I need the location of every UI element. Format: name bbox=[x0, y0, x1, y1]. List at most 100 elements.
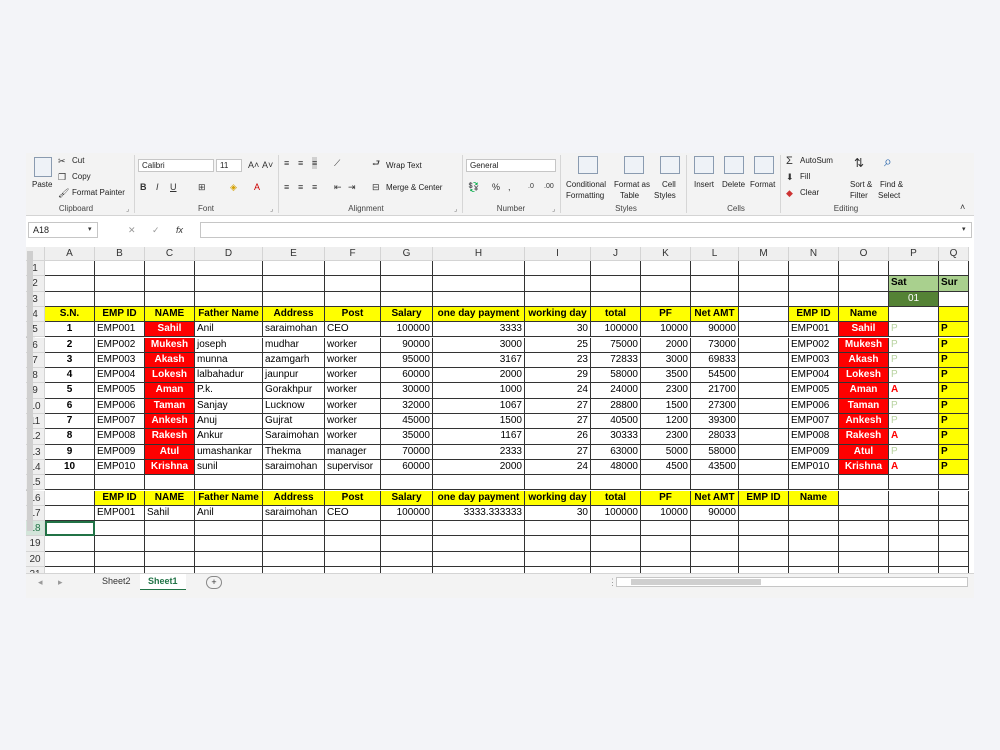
paste-icon[interactable] bbox=[34, 157, 52, 177]
cell-styles-button[interactable]: Cell bbox=[662, 180, 676, 189]
number-launcher-icon[interactable]: ⌟ bbox=[552, 205, 555, 213]
cell[interactable] bbox=[939, 505, 969, 522]
lookup-header-cell[interactable]: one day payment bbox=[433, 490, 525, 506]
cell[interactable] bbox=[889, 475, 939, 491]
sort-filter-label2[interactable]: Filter bbox=[850, 191, 868, 200]
data-cell[interactable] bbox=[739, 398, 789, 414]
lookup-header-cell[interactable]: Father Name bbox=[195, 490, 263, 506]
row-header-20[interactable]: 20 bbox=[26, 551, 45, 567]
cell-styles-icon[interactable] bbox=[660, 156, 680, 174]
employee-name-cell[interactable]: Krishna bbox=[839, 459, 889, 476]
data-cell[interactable]: 23 bbox=[525, 352, 591, 369]
data-cell[interactable]: worker bbox=[325, 429, 381, 445]
format-as-table-button[interactable]: Format as bbox=[614, 180, 650, 189]
percent-style-icon[interactable]: % bbox=[492, 181, 500, 193]
data-cell[interactable]: 73000 bbox=[691, 337, 739, 353]
increase-font-icon[interactable]: A˄ bbox=[248, 159, 259, 171]
lookup-header-cell[interactable]: Address bbox=[263, 490, 325, 506]
cell[interactable] bbox=[525, 276, 591, 292]
data-cell[interactable] bbox=[739, 429, 789, 445]
cell[interactable] bbox=[263, 276, 325, 292]
attendance-cell[interactable]: P bbox=[939, 459, 969, 476]
attendance-cell[interactable]: P bbox=[939, 429, 969, 445]
data-cell[interactable]: 1000 bbox=[433, 383, 525, 399]
cell[interactable] bbox=[591, 536, 641, 552]
clear-button[interactable]: Clear bbox=[800, 188, 819, 197]
data-cell[interactable]: 2300 bbox=[641, 383, 691, 399]
cell[interactable] bbox=[591, 261, 641, 277]
data-cell[interactable]: 10000 bbox=[641, 322, 691, 338]
align-center-icon[interactable]: ≡ bbox=[298, 181, 303, 193]
cell[interactable] bbox=[433, 261, 525, 277]
cell[interactable] bbox=[739, 551, 789, 567]
cell[interactable] bbox=[525, 475, 591, 491]
copy-icon[interactable]: ❐ bbox=[58, 171, 66, 183]
cell-styles-label2[interactable]: Styles bbox=[654, 191, 676, 200]
data-cell[interactable]: 40500 bbox=[591, 414, 641, 430]
attendance-cell[interactable]: P bbox=[939, 337, 969, 353]
fill-button[interactable]: Fill bbox=[800, 172, 810, 181]
header-cell[interactable]: Salary bbox=[381, 306, 433, 323]
data-cell[interactable]: EMP009 bbox=[95, 444, 145, 460]
data-cell[interactable]: worker bbox=[325, 414, 381, 430]
data-cell[interactable]: EMP005 bbox=[789, 383, 839, 399]
lookup-result-cell[interactable] bbox=[789, 505, 839, 522]
header-cell[interactable]: Name bbox=[839, 306, 889, 323]
find-select-button[interactable]: Find & bbox=[880, 180, 903, 189]
data-cell[interactable]: 3500 bbox=[641, 368, 691, 384]
data-cell[interactable]: 43500 bbox=[691, 459, 739, 476]
header-cell[interactable]: Net AMT bbox=[691, 306, 739, 323]
data-cell[interactable]: 63000 bbox=[591, 444, 641, 460]
underline-button[interactable]: U bbox=[170, 181, 177, 193]
data-cell[interactable]: 30000 bbox=[381, 383, 433, 399]
data-cell[interactable]: 1500 bbox=[433, 414, 525, 430]
data-cell[interactable]: 100000 bbox=[381, 322, 433, 338]
cell[interactable] bbox=[195, 276, 263, 292]
header-cell[interactable] bbox=[889, 306, 939, 323]
attendance-cell[interactable]: P bbox=[889, 368, 939, 384]
data-cell[interactable]: 21700 bbox=[691, 383, 739, 399]
lookup-result-cell[interactable]: 100000 bbox=[591, 505, 641, 522]
conditional-formatting-label2[interactable]: Formatting bbox=[566, 191, 604, 200]
employee-name-cell[interactable]: Aman bbox=[145, 383, 195, 399]
header-cell[interactable]: working day bbox=[525, 306, 591, 323]
scroll-tabs-right-icon[interactable]: ▸ bbox=[58, 576, 63, 588]
paste-button[interactable]: Paste bbox=[32, 180, 52, 189]
data-cell[interactable]: 27300 bbox=[691, 398, 739, 414]
data-cell[interactable] bbox=[739, 383, 789, 399]
employee-name-cell[interactable]: Lokesh bbox=[839, 368, 889, 384]
cell[interactable] bbox=[889, 490, 939, 506]
cell[interactable] bbox=[325, 291, 381, 307]
column-header-i[interactable]: I bbox=[525, 247, 591, 261]
column-header-f[interactable]: F bbox=[325, 247, 381, 261]
data-cell[interactable]: 60000 bbox=[381, 459, 433, 476]
data-cell[interactable]: 27 bbox=[525, 398, 591, 414]
decrease-indent-icon[interactable]: ⇤ bbox=[334, 181, 342, 193]
data-cell[interactable]: 4500 bbox=[641, 459, 691, 476]
lookup-header-cell[interactable]: Post bbox=[325, 490, 381, 506]
cell[interactable] bbox=[691, 475, 739, 491]
data-cell[interactable]: worker bbox=[325, 352, 381, 369]
data-cell[interactable]: 30 bbox=[525, 322, 591, 338]
cell[interactable] bbox=[691, 261, 739, 277]
cell[interactable] bbox=[195, 475, 263, 491]
cell[interactable] bbox=[641, 475, 691, 491]
data-cell[interactable]: 24 bbox=[525, 459, 591, 476]
lookup-result-cell[interactable]: 3333.333333 bbox=[433, 505, 525, 522]
header-cell[interactable]: EMP ID bbox=[789, 306, 839, 323]
data-cell[interactable]: umashankar bbox=[195, 444, 263, 460]
cell[interactable] bbox=[839, 551, 889, 567]
lookup-result-cell[interactable]: saraimohan bbox=[263, 505, 325, 522]
data-cell[interactable]: munna bbox=[195, 352, 263, 369]
lookup-header-cell[interactable]: NAME bbox=[145, 490, 195, 506]
cell[interactable] bbox=[525, 551, 591, 567]
employee-name-cell[interactable]: Atul bbox=[839, 444, 889, 460]
header-cell[interactable]: total bbox=[591, 306, 641, 323]
data-cell[interactable]: EMP006 bbox=[789, 398, 839, 414]
cell[interactable] bbox=[641, 521, 691, 537]
cell[interactable] bbox=[839, 521, 889, 537]
cell[interactable] bbox=[889, 505, 939, 522]
data-cell[interactable]: 75000 bbox=[591, 337, 641, 353]
fill-icon[interactable]: ⬇ bbox=[786, 171, 794, 183]
data-cell[interactable]: 35000 bbox=[381, 429, 433, 445]
